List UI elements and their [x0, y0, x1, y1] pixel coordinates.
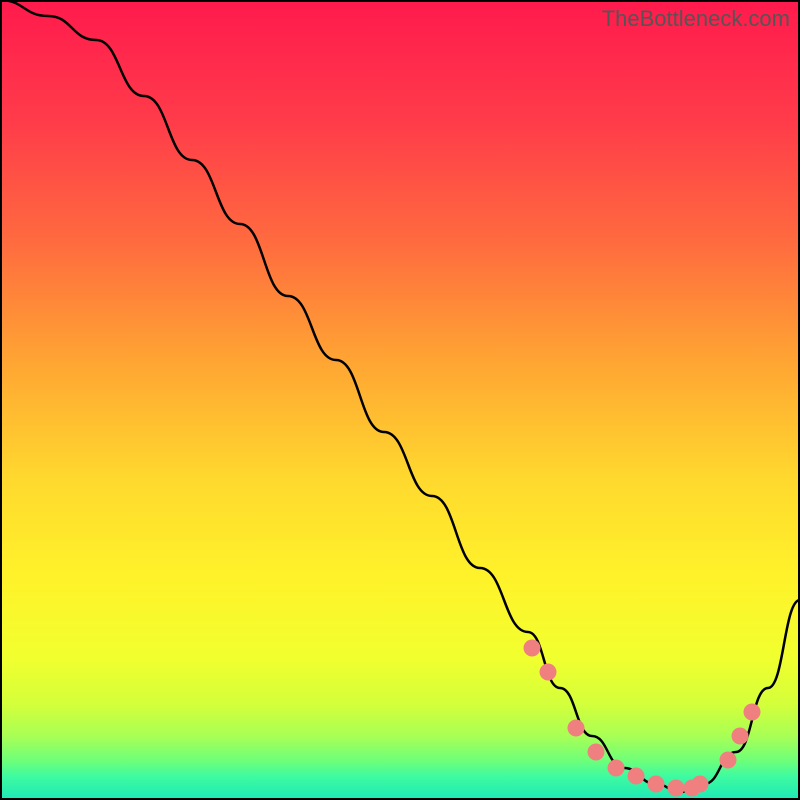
data-point	[720, 752, 737, 769]
data-point	[692, 776, 709, 793]
chart-container: TheBottleneck.com	[0, 0, 800, 800]
data-point	[540, 664, 557, 681]
data-point	[648, 776, 665, 793]
data-point	[628, 768, 645, 785]
highlighted-points	[524, 640, 761, 797]
data-point	[588, 744, 605, 761]
data-point	[732, 728, 749, 745]
watermark-text: TheBottleneck.com	[602, 6, 790, 32]
data-point	[668, 780, 685, 797]
chart-svg	[0, 0, 800, 800]
data-point	[524, 640, 541, 657]
bottleneck-curve	[0, 0, 800, 792]
data-point	[744, 704, 761, 721]
data-point	[608, 760, 625, 777]
data-point	[568, 720, 585, 737]
